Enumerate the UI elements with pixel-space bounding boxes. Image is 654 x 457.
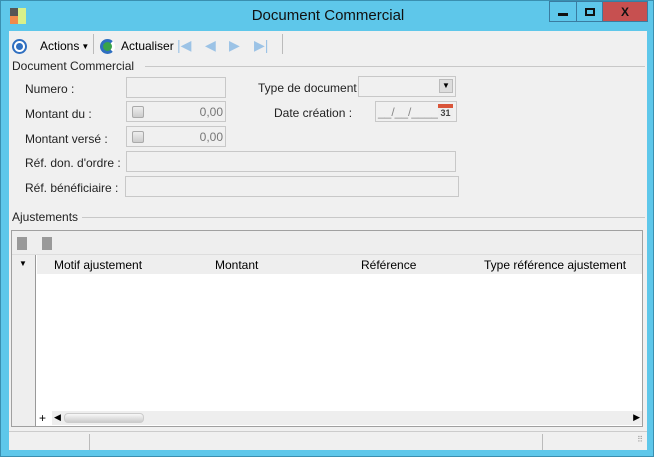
close-icon: X [620,4,629,19]
close-button[interactable]: X [602,1,648,22]
edit-document-icon[interactable] [42,237,52,250]
last-record-icon[interactable]: ▶| [254,37,268,54]
grid-toolbar [12,231,642,255]
column-chooser-icon[interactable]: ▼ [19,259,27,268]
numero-field[interactable] [126,77,226,98]
previous-record-icon[interactable]: ◀ [205,37,216,54]
column-header[interactable]: Référence [361,258,416,272]
status-divider [89,434,90,450]
scroll-thumb[interactable] [64,413,144,423]
refresh-button[interactable]: Actualiser [100,35,174,57]
calendar-icon[interactable]: 31 [438,104,453,119]
column-header[interactable]: Montant [215,258,258,272]
first-record-icon[interactable]: |◀ [177,37,191,54]
row-header-column [12,255,36,426]
toolbar-separator [93,34,94,54]
refresh-icon [100,38,115,54]
ref-donneur-label: Réf. don. d'ordre : [25,156,121,170]
scroll-right-icon[interactable]: ▶ [633,412,640,423]
window: Document Commercial X Actions ▼ Actualis… [0,0,654,457]
ref-donneur-field[interactable] [126,151,456,172]
new-document-icon[interactable] [17,237,27,250]
resize-grip-icon[interactable]: ⠿ [637,435,643,444]
status-divider [542,434,543,450]
ref-beneficiaire-label: Réf. bénéficiaire : [25,181,119,195]
montant-du-checkbox[interactable] [132,106,144,118]
minimize-button[interactable] [549,1,577,22]
status-bar: ⠿ [9,431,647,450]
montant-verse-checkbox[interactable] [132,131,144,143]
type-document-select[interactable]: ▼ [358,76,456,97]
target-icon[interactable] [12,39,27,54]
maximize-button[interactable] [576,1,603,22]
maximize-icon [584,7,595,16]
scroll-left-icon[interactable]: ◀ [54,412,61,423]
minimize-icon [558,13,568,16]
chevron-down-icon: ▼ [81,41,90,51]
column-header[interactable]: Type référence ajustement [484,258,626,272]
grid-header: Motif ajustement Montant Référence Type … [37,255,642,274]
next-record-icon[interactable]: ▶ [229,37,240,54]
refresh-label: Actualiser [121,39,174,53]
ajustements-grid: ▼ Motif ajustement Montant Référence Typ… [11,230,643,427]
group-line [82,217,645,218]
ajustements-title: Ajustements [12,210,79,224]
montant-du-value: 0,00 [199,105,223,119]
toolbar-separator [282,34,283,54]
ref-beneficiaire-field[interactable] [125,176,459,197]
montant-verse-label: Montant versé : [25,132,108,146]
date-creation-field[interactable]: __/__/____ 31 [375,101,457,122]
horizontal-scrollbar[interactable]: ◀ ▶ [52,411,642,425]
add-row-button[interactable]: + [39,411,46,425]
group-title: Document Commercial [12,59,135,73]
actions-menu[interactable]: Actions ▼ [40,35,89,57]
date-creation-value: __/__/____ [378,105,439,119]
client-area: Actions ▼ Actualiser |◀ ◀ ▶ ▶| Document … [9,31,647,450]
actions-label: Actions [40,39,80,53]
group-line [145,66,645,67]
date-creation-label: Date création : [274,106,353,120]
montant-verse-field[interactable]: 0,00 [126,126,226,147]
numero-label: Numero : [25,82,75,96]
montant-verse-value: 0,00 [199,130,223,144]
montant-du-field[interactable]: 0,00 [126,101,226,122]
type-document-label: Type de document : [258,81,364,95]
montant-du-label: Montant du : [25,107,92,121]
chevron-down-icon: ▼ [439,79,453,93]
column-header[interactable]: Motif ajustement [54,258,142,272]
